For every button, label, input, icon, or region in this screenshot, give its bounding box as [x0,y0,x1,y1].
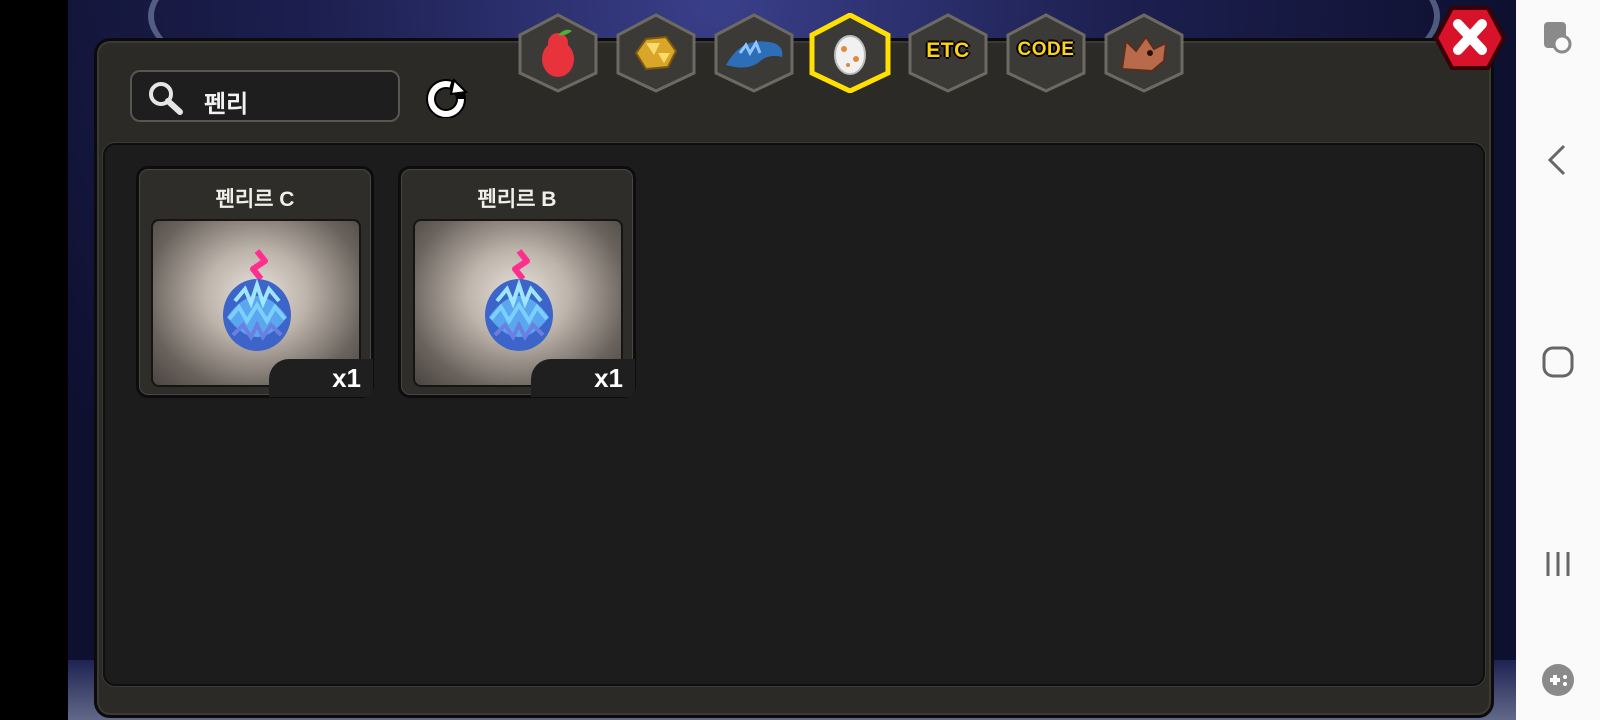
fenrir-egg-icon [485,249,553,351]
item-card[interactable]: 펜리르 C x1 [136,166,374,398]
back-icon[interactable] [1538,140,1578,180]
item-quantity: x1 [332,363,361,393]
tab-fruit[interactable] [516,13,600,93]
search-value: 펜리 [204,91,249,118]
search-input[interactable]: 펜리 [130,70,400,122]
refresh-icon[interactable] [424,78,470,118]
recents-icon[interactable] [1538,544,1578,584]
tab-dragon[interactable] [712,13,796,93]
egg-icon [834,35,866,75]
tab-etc[interactable]: ETC [906,13,990,93]
item-quantity-badge: x1 [269,359,373,397]
game-tools-icon[interactable] [1538,660,1578,700]
tab-gold[interactable] [614,13,698,93]
close-icon[interactable] [1432,4,1508,72]
screen-touch-icon[interactable] [1538,18,1578,58]
tab-beast[interactable] [1102,13,1186,93]
item-title: 펜리르 C [215,188,295,211]
tab-code-label: CODE [1017,39,1075,60]
item-quantity: x1 [594,363,623,393]
tab-etc-label: ETC [926,39,970,62]
tab-code[interactable]: CODE [1004,13,1088,93]
home-icon[interactable] [1538,342,1578,382]
item-quantity-badge: x1 [531,359,635,397]
item-title: 펜리르 B [477,188,557,211]
item-card[interactable]: 펜리르 B x1 [398,166,636,398]
android-nav-bar [1516,0,1600,720]
tab-egg[interactable] [808,13,892,93]
fenrir-egg-icon [223,249,291,351]
search-icon [149,82,183,115]
